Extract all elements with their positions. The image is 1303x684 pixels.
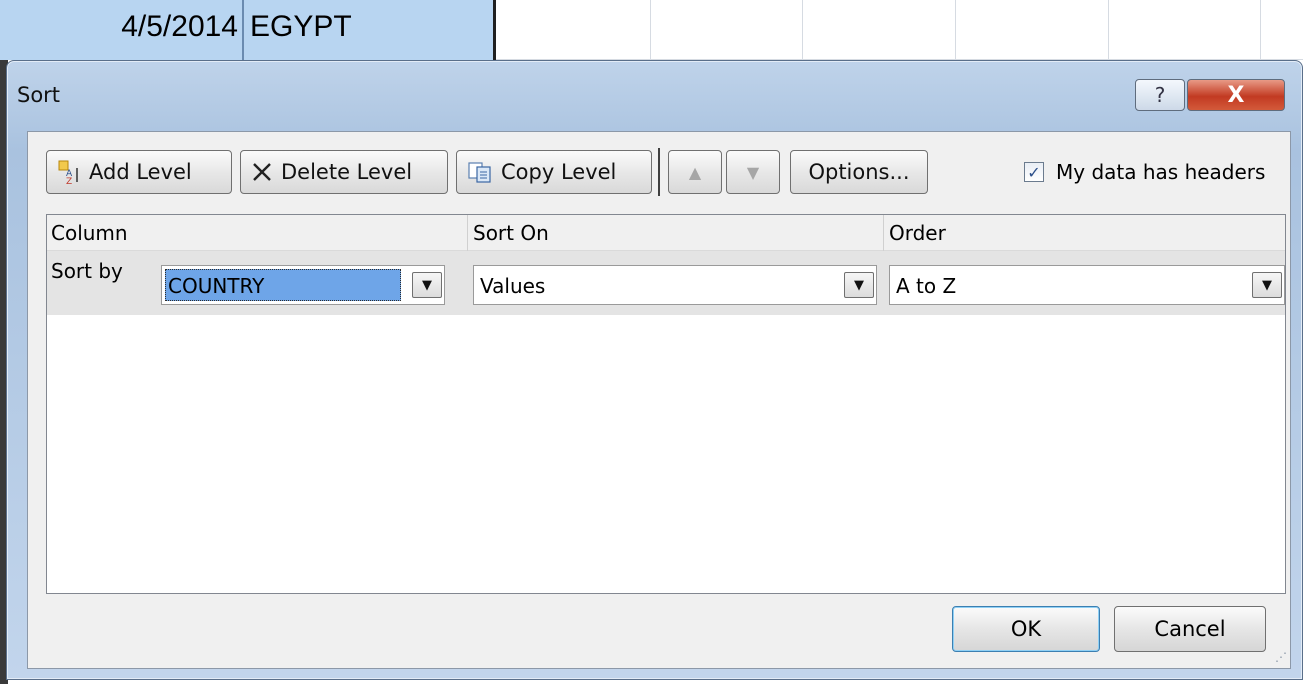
close-button[interactable]: X [1187, 79, 1285, 111]
chevron-down-icon[interactable]: ▼ [412, 272, 442, 298]
dialog-title: Sort [17, 83, 61, 107]
ok-button[interactable]: OK [952, 606, 1100, 652]
grid-line [1260, 0, 1261, 60]
move-up-button[interactable]: ▲ [668, 150, 722, 194]
delete-level-label: Delete Level [281, 160, 413, 184]
grid-line [955, 0, 956, 60]
grid-line [650, 0, 651, 60]
move-down-button[interactable]: ▼ [726, 150, 780, 194]
cell-date[interactable]: 4/5/2014 [0, 0, 244, 60]
sort-on-select[interactable]: Values ▼ [473, 265, 877, 305]
options-button[interactable]: Options... [790, 150, 928, 194]
cancel-button[interactable]: Cancel [1114, 606, 1266, 652]
copy-level-button[interactable]: Copy Level [456, 150, 652, 194]
sort-add-icon: A Z [58, 160, 78, 184]
copy-icon [468, 162, 491, 183]
chevron-down-icon[interactable]: ▼ [1252, 272, 1282, 298]
arrow-down-icon: ▼ [746, 162, 760, 182]
toolbar-separator [658, 148, 660, 196]
headers-label: My data has headers [1056, 160, 1266, 184]
column-select[interactable]: COUNTRY ▼ [161, 265, 445, 305]
column-header: Column [51, 221, 128, 245]
dialog-body: A Z Add Level Delete Level Copy Level ▲ … [27, 131, 1291, 669]
close-icon: X [1227, 82, 1245, 108]
check-icon: ✓ [1027, 162, 1041, 182]
add-level-button[interactable]: A Z Add Level [46, 150, 232, 194]
order-value: A to Z [896, 274, 957, 298]
grid-line [802, 0, 803, 60]
sort-level-row[interactable]: Sort by COUNTRY ▼ Values ▼ A to Z ▼ [47, 251, 1285, 315]
header-divider [883, 215, 884, 251]
chevron-down-icon[interactable]: ▼ [844, 272, 874, 298]
list-header: Column Sort On Order [47, 215, 1285, 251]
arrow-up-icon: ▲ [688, 162, 702, 182]
delete-icon [253, 163, 271, 181]
headers-checkbox-row[interactable]: ✓ My data has headers [1024, 160, 1265, 184]
headers-checkbox[interactable]: ✓ [1024, 162, 1044, 182]
resize-grip-icon[interactable]: ⋰ [1275, 650, 1287, 664]
sort-on-header: Sort On [473, 221, 549, 245]
order-header: Order [889, 221, 946, 245]
cell-country[interactable]: EGYPT [244, 0, 496, 60]
copy-level-label: Copy Level [501, 160, 617, 184]
sort-on-value: Values [480, 274, 546, 298]
add-level-label: Add Level [89, 160, 192, 184]
sort-by-label: Sort by [51, 259, 123, 283]
header-divider [467, 215, 468, 251]
svg-text:Z: Z [66, 177, 72, 184]
grid-line [1108, 0, 1109, 60]
options-label: Options... [808, 160, 910, 184]
column-select-value: COUNTRY [168, 274, 265, 298]
help-button[interactable]: ? [1135, 79, 1185, 111]
help-icon: ? [1154, 83, 1166, 107]
order-select[interactable]: A to Z ▼ [889, 265, 1285, 305]
sort-levels-list[interactable]: Column Sort On Order Sort by COUNTRY ▼ V… [46, 214, 1286, 594]
sort-dialog: Sort ? X A Z Add Level Delete Level Copy… [6, 60, 1303, 680]
sheet-row: 4/5/2014 EGYPT [0, 0, 1303, 60]
delete-level-button[interactable]: Delete Level [240, 150, 448, 194]
